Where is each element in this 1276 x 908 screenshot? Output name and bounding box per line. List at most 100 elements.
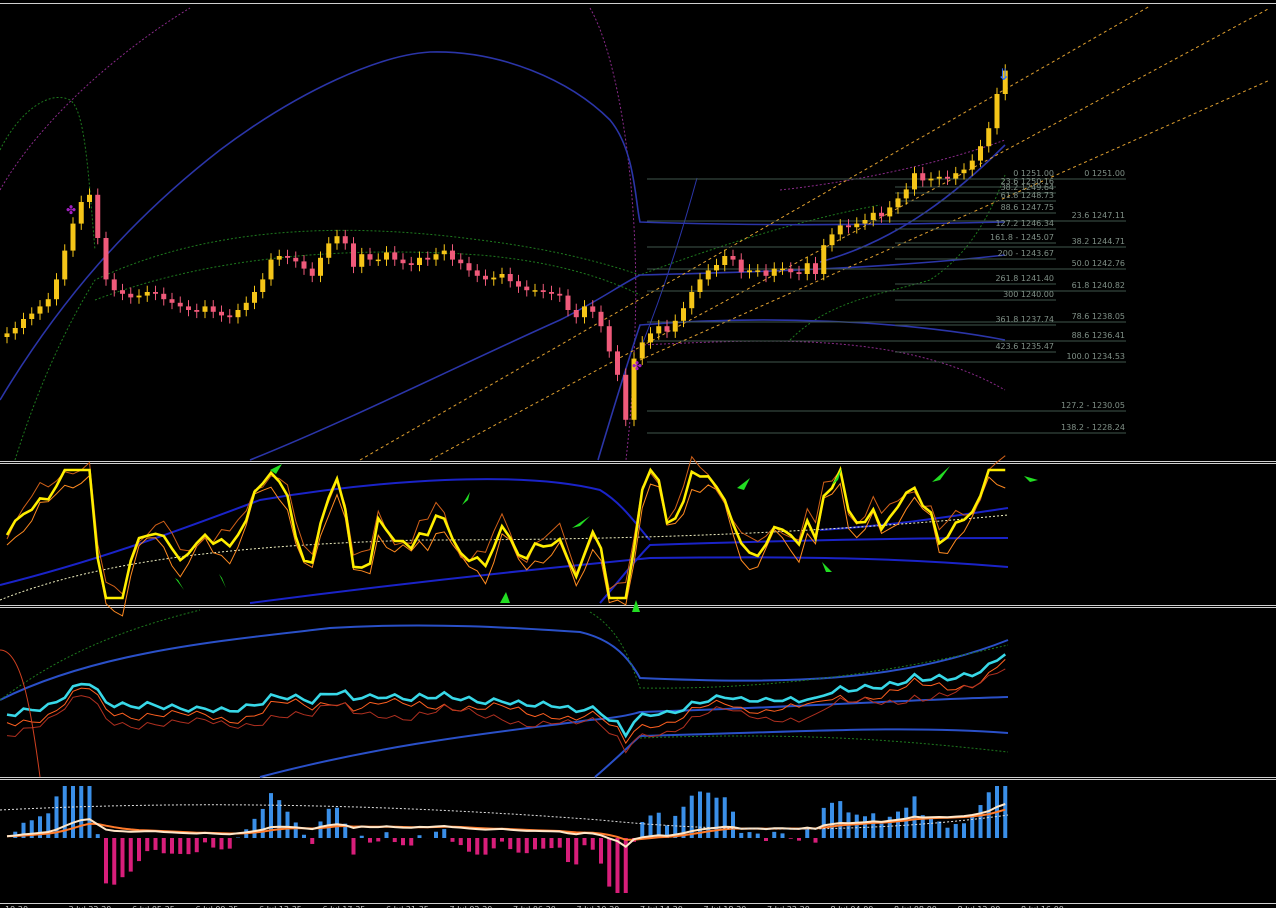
candle: [549, 292, 554, 294]
candle: [986, 128, 992, 147]
fib-label: 38.2 1244.71: [1072, 237, 1125, 246]
histogram-bar: [260, 808, 265, 838]
candle: [392, 252, 398, 260]
candle: [186, 306, 191, 310]
candle: [318, 257, 323, 276]
candle: [738, 259, 744, 273]
histogram-bar: [508, 838, 513, 850]
histogram-bar: [392, 838, 397, 843]
histogram-bar: [549, 838, 554, 849]
histogram-bar: [830, 802, 834, 838]
histogram-bar: [557, 838, 562, 848]
candle: [450, 250, 455, 260]
fib-label: 127.2 - 1230.05: [1061, 401, 1125, 410]
histogram-bar: [310, 838, 315, 844]
svg-text:✤: ✤: [632, 359, 642, 373]
candle: [747, 270, 752, 273]
histogram-bar: [615, 838, 620, 893]
trading-chart[interactable]: ✤ ✤ ⇓ 0 1251.0023.6 1250.1638.2 1249.646…: [0, 0, 1276, 908]
candle: [12, 328, 18, 334]
candle: [590, 306, 596, 312]
candle: [689, 292, 695, 309]
histogram-bar: [335, 807, 339, 838]
histogram-bar: [698, 791, 702, 838]
candle: [714, 265, 719, 271]
candle: [879, 212, 884, 217]
histogram-bar: [170, 838, 174, 854]
histogram-bar: [640, 821, 645, 838]
candle: [483, 275, 488, 280]
histogram-bar: [813, 838, 818, 843]
candle: [417, 257, 422, 265]
histogram-bar: [401, 838, 405, 846]
candle: [573, 310, 579, 318]
fib-label: 61.8 1248.73: [1001, 191, 1054, 200]
candle: [524, 286, 530, 291]
histogram-bar: [1003, 786, 1008, 838]
histogram-bar: [929, 818, 933, 838]
candle: [887, 207, 893, 217]
fib-label: 50.0 1242.76: [1072, 259, 1125, 268]
candle: [111, 279, 117, 291]
histogram-bar: [500, 838, 504, 842]
histogram-bar: [384, 832, 389, 838]
candle: [722, 256, 728, 265]
histogram-bar: [533, 838, 537, 850]
histogram-bar: [780, 833, 785, 838]
candle: [656, 326, 662, 334]
candle: [169, 299, 175, 303]
histogram-bar: [838, 801, 843, 838]
candle: [516, 281, 521, 287]
histogram-bar: [145, 838, 150, 852]
candle: [606, 326, 612, 352]
candle: [144, 292, 150, 296]
candle: [862, 220, 868, 224]
svg-text:✤: ✤: [66, 203, 76, 217]
histogram-bar: [87, 786, 92, 838]
histogram-bar: [277, 800, 282, 838]
candle: [491, 277, 497, 280]
candle: [870, 212, 876, 220]
candle: [846, 225, 851, 228]
candle: [45, 299, 51, 307]
candle: [441, 250, 447, 255]
histogram-bar: [450, 838, 455, 842]
candle: [920, 173, 926, 181]
candle: [829, 234, 835, 246]
candle: [763, 270, 769, 276]
histogram-bar: [854, 814, 859, 838]
candle: [474, 270, 480, 276]
histogram-bar: [285, 811, 290, 838]
candle: [639, 342, 645, 359]
histogram-bar: [714, 797, 719, 838]
fib-label: 61.8 1240.82: [1072, 281, 1125, 290]
candle: [953, 173, 959, 179]
histogram-bar: [904, 807, 909, 838]
histogram-bar: [722, 797, 727, 838]
histogram-bar: [574, 838, 579, 865]
candle: [153, 292, 158, 294]
histogram-bar: [871, 813, 876, 838]
candle: [755, 270, 761, 272]
histogram-bar: [945, 827, 950, 838]
histogram-bar: [772, 831, 777, 838]
candle: [672, 320, 678, 332]
candle: [936, 176, 942, 179]
candle: [978, 146, 983, 161]
candle: [21, 319, 26, 328]
candle: [582, 306, 587, 318]
histogram-bar: [731, 811, 735, 838]
histogram-bar: [211, 838, 216, 848]
candle: [227, 315, 233, 318]
candle: [499, 274, 505, 278]
fib-label: 361.8 1237.74: [995, 315, 1054, 324]
fib-label: 100.0 1234.53: [1066, 352, 1125, 361]
histogram-bar: [318, 821, 323, 838]
candle: [128, 293, 134, 298]
histogram-bar: [194, 838, 199, 853]
histogram-bar: [203, 838, 207, 843]
candle: [276, 256, 282, 260]
candle: [780, 268, 785, 271]
fib-label: 88.6 1236.41: [1072, 331, 1125, 340]
candle: [4, 333, 10, 337]
